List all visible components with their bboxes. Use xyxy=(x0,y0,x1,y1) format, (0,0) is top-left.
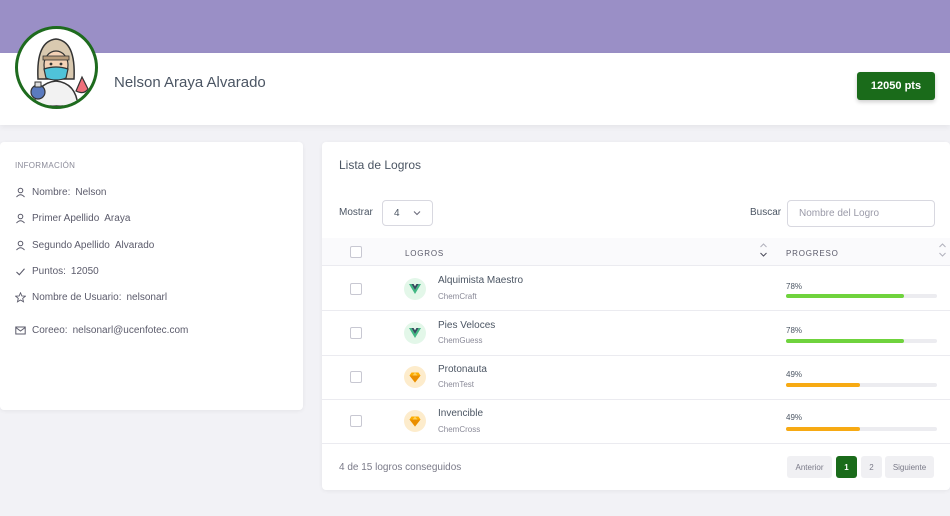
achievement-name: Protonauta xyxy=(438,364,487,375)
select-all-checkbox[interactable] xyxy=(350,246,362,258)
info-row-first-surname: Primer Apellido Araya xyxy=(15,213,130,224)
page-size-select[interactable]: 4 xyxy=(382,200,433,226)
chevron-down-icon xyxy=(412,208,422,221)
info-label: Puntos: xyxy=(32,266,66,277)
achievement-game: ChemGuess xyxy=(438,336,483,345)
progress-bar xyxy=(786,339,937,343)
row-checkbox[interactable] xyxy=(350,415,362,427)
progress-fill xyxy=(786,427,860,431)
achievement-name: Alquimista Maestro xyxy=(438,275,524,286)
pagination-next[interactable]: Siguiente xyxy=(885,456,934,478)
sort-icon[interactable] xyxy=(938,242,947,263)
top-banner xyxy=(0,0,950,53)
info-row-points: Puntos: 12050 xyxy=(15,266,99,277)
row-checkbox[interactable] xyxy=(350,371,362,383)
achievements-title: Lista de Logros xyxy=(339,158,422,172)
info-row-email: Coreeo: nelsonarl@ucenfotec.com xyxy=(15,325,188,336)
search-input[interactable] xyxy=(787,200,935,227)
check-icon xyxy=(15,266,26,277)
info-label: Primer Apellido xyxy=(32,213,100,224)
star-icon xyxy=(15,292,26,303)
progress-bar xyxy=(786,294,937,298)
info-label: Coreeo: xyxy=(32,325,68,336)
progress-fill xyxy=(786,339,904,343)
info-value: Araya xyxy=(104,213,131,224)
page-size-value: 4 xyxy=(394,207,400,219)
achievement-game: ChemCraft xyxy=(438,292,477,301)
avatar[interactable] xyxy=(15,26,98,109)
column-header-progress[interactable]: PROGRESO xyxy=(786,249,839,258)
column-header-achievements[interactable]: LOGROS xyxy=(405,249,444,258)
progress-percent: 78% xyxy=(786,326,803,335)
row-checkbox[interactable] xyxy=(350,283,362,295)
progress-percent: 49% xyxy=(786,413,803,422)
pagination-page-2[interactable]: 2 xyxy=(861,456,882,478)
progress-fill xyxy=(786,294,904,298)
info-row-second-surname: Segundo Apellido Alvarado xyxy=(15,240,154,251)
show-label: Mostrar xyxy=(339,207,373,218)
info-label: Nombre de Usuario: xyxy=(32,292,122,303)
user-icon xyxy=(15,213,26,224)
achievements-summary: 4 de 15 logros conseguidos xyxy=(339,462,462,473)
vue-logo-icon xyxy=(404,322,426,344)
achievement-game: ChemCross xyxy=(438,425,481,434)
progress-percent: 78% xyxy=(786,282,803,291)
achievement-name: Pies Veloces xyxy=(438,320,496,331)
pagination-prev[interactable]: Anterior xyxy=(787,456,832,478)
user-icon xyxy=(15,240,26,251)
sort-icon[interactable] xyxy=(759,242,768,263)
search-label: Buscar xyxy=(750,207,782,218)
info-label: Nombre: xyxy=(32,187,71,198)
progress-fill xyxy=(786,383,860,387)
info-value: nelsonarl@ucenfotec.com xyxy=(72,325,189,336)
row-checkbox[interactable] xyxy=(350,327,362,339)
info-value: nelsonarl xyxy=(126,292,168,303)
progress-bar xyxy=(786,383,937,387)
info-value: 12050 xyxy=(70,266,99,277)
progress-bar xyxy=(786,427,937,431)
progress-percent: 49% xyxy=(786,370,803,379)
info-row-first-name: Nombre: Nelson xyxy=(15,187,107,198)
vue-logo-icon xyxy=(404,278,426,300)
user-full-name: Nelson Araya Alvarado xyxy=(114,74,266,91)
achievement-game: ChemTest xyxy=(438,380,475,389)
scientist-avatar-icon xyxy=(30,38,89,106)
info-title: INFORMACIÓN xyxy=(15,161,76,170)
info-label: Segundo Apellido xyxy=(32,240,110,251)
points-button[interactable]: 12050 pts xyxy=(857,72,935,100)
pagination-page-1[interactable]: 1 xyxy=(836,456,857,478)
diamond-icon xyxy=(404,366,426,388)
info-value: Alvarado xyxy=(114,240,155,251)
diamond-icon xyxy=(404,410,426,432)
mail-icon xyxy=(15,325,26,336)
achievement-name: Invencible xyxy=(438,408,484,419)
info-row-username: Nombre de Usuario: nelsonarl xyxy=(15,292,167,303)
info-value: Nelson xyxy=(75,187,107,198)
user-icon xyxy=(15,187,26,198)
